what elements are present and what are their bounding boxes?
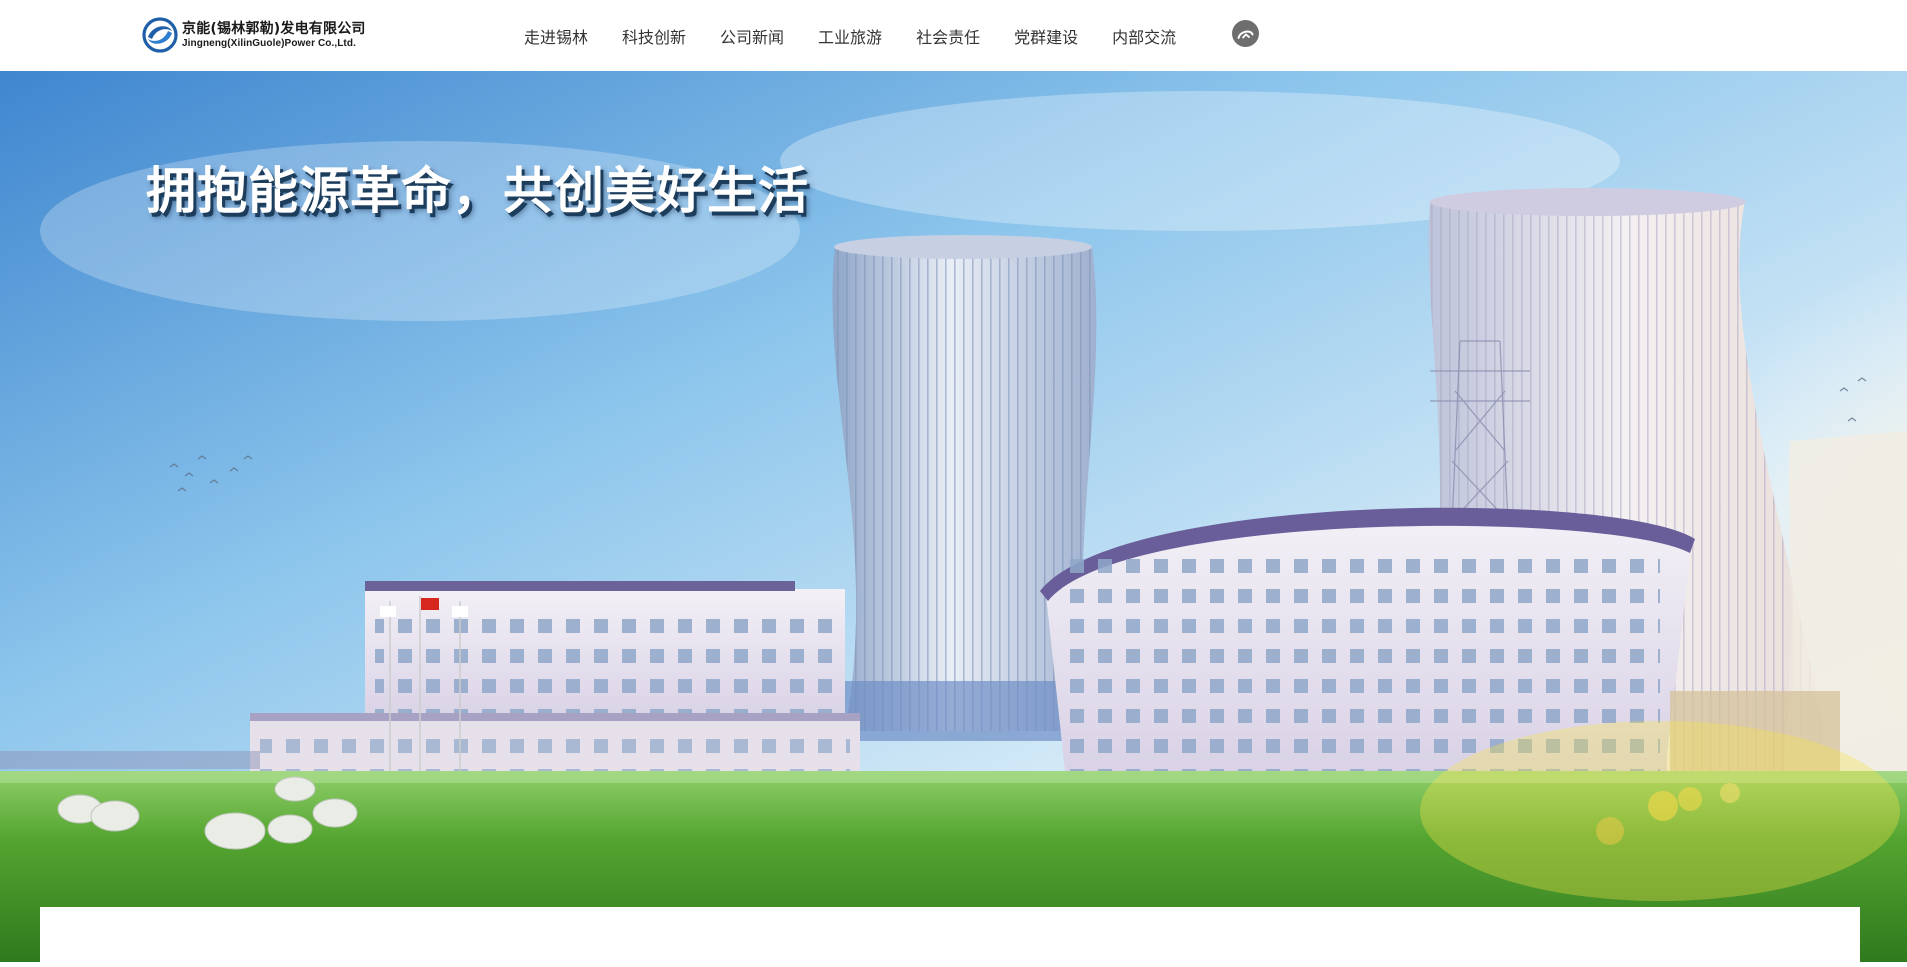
nav-item-social-responsibility[interactable]: 社会责任 xyxy=(916,24,980,48)
main-content-panel xyxy=(40,907,1860,967)
logo-name-cn: 京能(锡林郭勒)发电有限公司 xyxy=(182,20,366,37)
nav-item-internal-exchange[interactable]: 内部交流 xyxy=(1112,24,1176,48)
nav-item-about-xilin[interactable]: 走进锡林 xyxy=(524,24,588,48)
nav-item-tech-innovation[interactable]: 科技创新 xyxy=(622,24,686,48)
user-login-button[interactable] xyxy=(1232,20,1259,47)
site-header: 京能(锡林郭勒)发电有限公司 Jingneng(XilinGuole)Power… xyxy=(0,0,1907,71)
user-login-icon xyxy=(1237,30,1254,39)
nav-item-industrial-tourism[interactable]: 工业旅游 xyxy=(818,24,882,48)
banner-slogan: 拥抱能源革命，共创美好生活 xyxy=(146,162,809,220)
company-logo-icon xyxy=(142,17,178,53)
logo-text: 京能(锡林郭勒)发电有限公司 Jingneng(XilinGuole)Power… xyxy=(182,22,366,49)
logo-name-en: Jingneng(XilinGuole)Power Co.,Ltd. xyxy=(182,37,356,49)
main-nav: 走进锡林 科技创新 公司新闻 工业旅游 社会责任 党群建设 内部交流 xyxy=(524,0,1176,71)
site-logo[interactable]: 京能(锡林郭勒)发电有限公司 Jingneng(XilinGuole)Power… xyxy=(142,15,366,55)
hero-banner: 拥抱能源革命，共创美好生活 xyxy=(0,71,1907,962)
nav-item-company-news[interactable]: 公司新闻 xyxy=(720,24,784,48)
nav-item-party-building[interactable]: 党群建设 xyxy=(1014,24,1078,48)
